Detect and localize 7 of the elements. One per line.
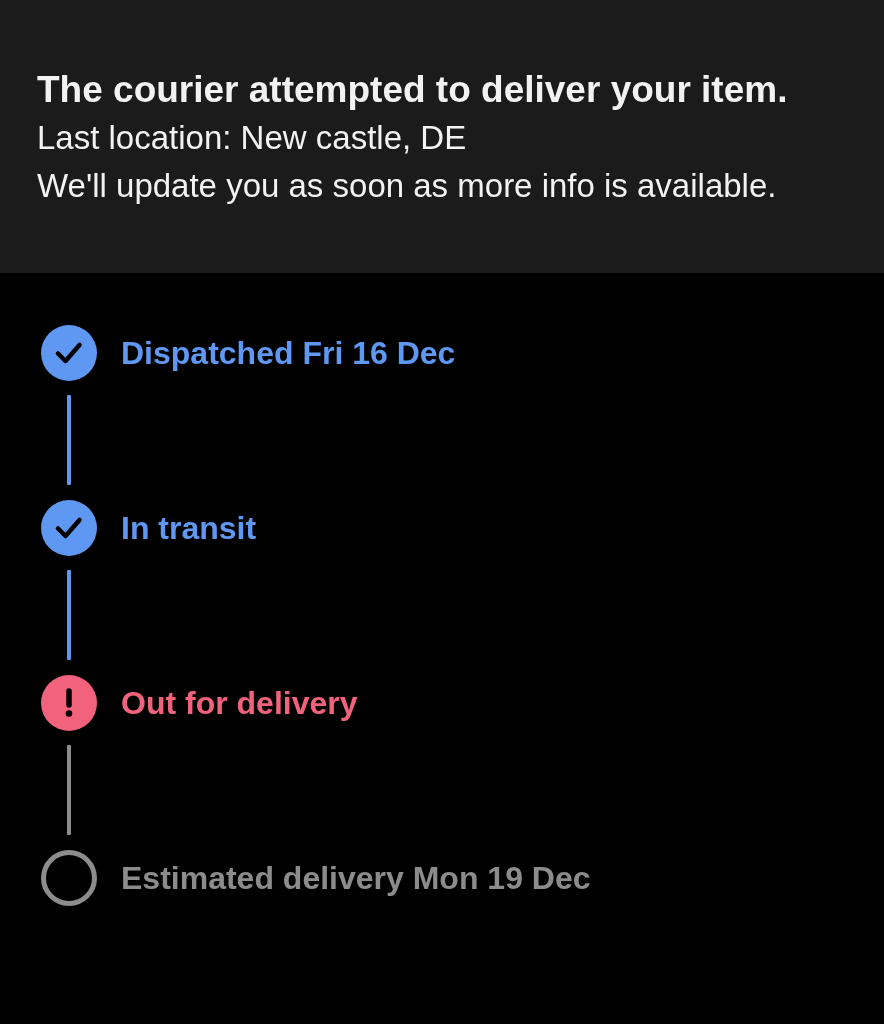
notice-text: Last location: New castle, DE <box>37 118 468 158</box>
notice-title: The courier attempted to deliver your item. <box>37 68 789 112</box>
step-label: In transit <box>121 509 257 547</box>
step-label: Estimated delivery Mon 19 Dec <box>121 859 591 897</box>
step-label: Dispatched Fri 16 Dec <box>121 334 456 372</box>
step-label: Out for delivery <box>121 684 358 722</box>
notice-text: We'll update you as soon as more info is available. <box>37 166 778 206</box>
